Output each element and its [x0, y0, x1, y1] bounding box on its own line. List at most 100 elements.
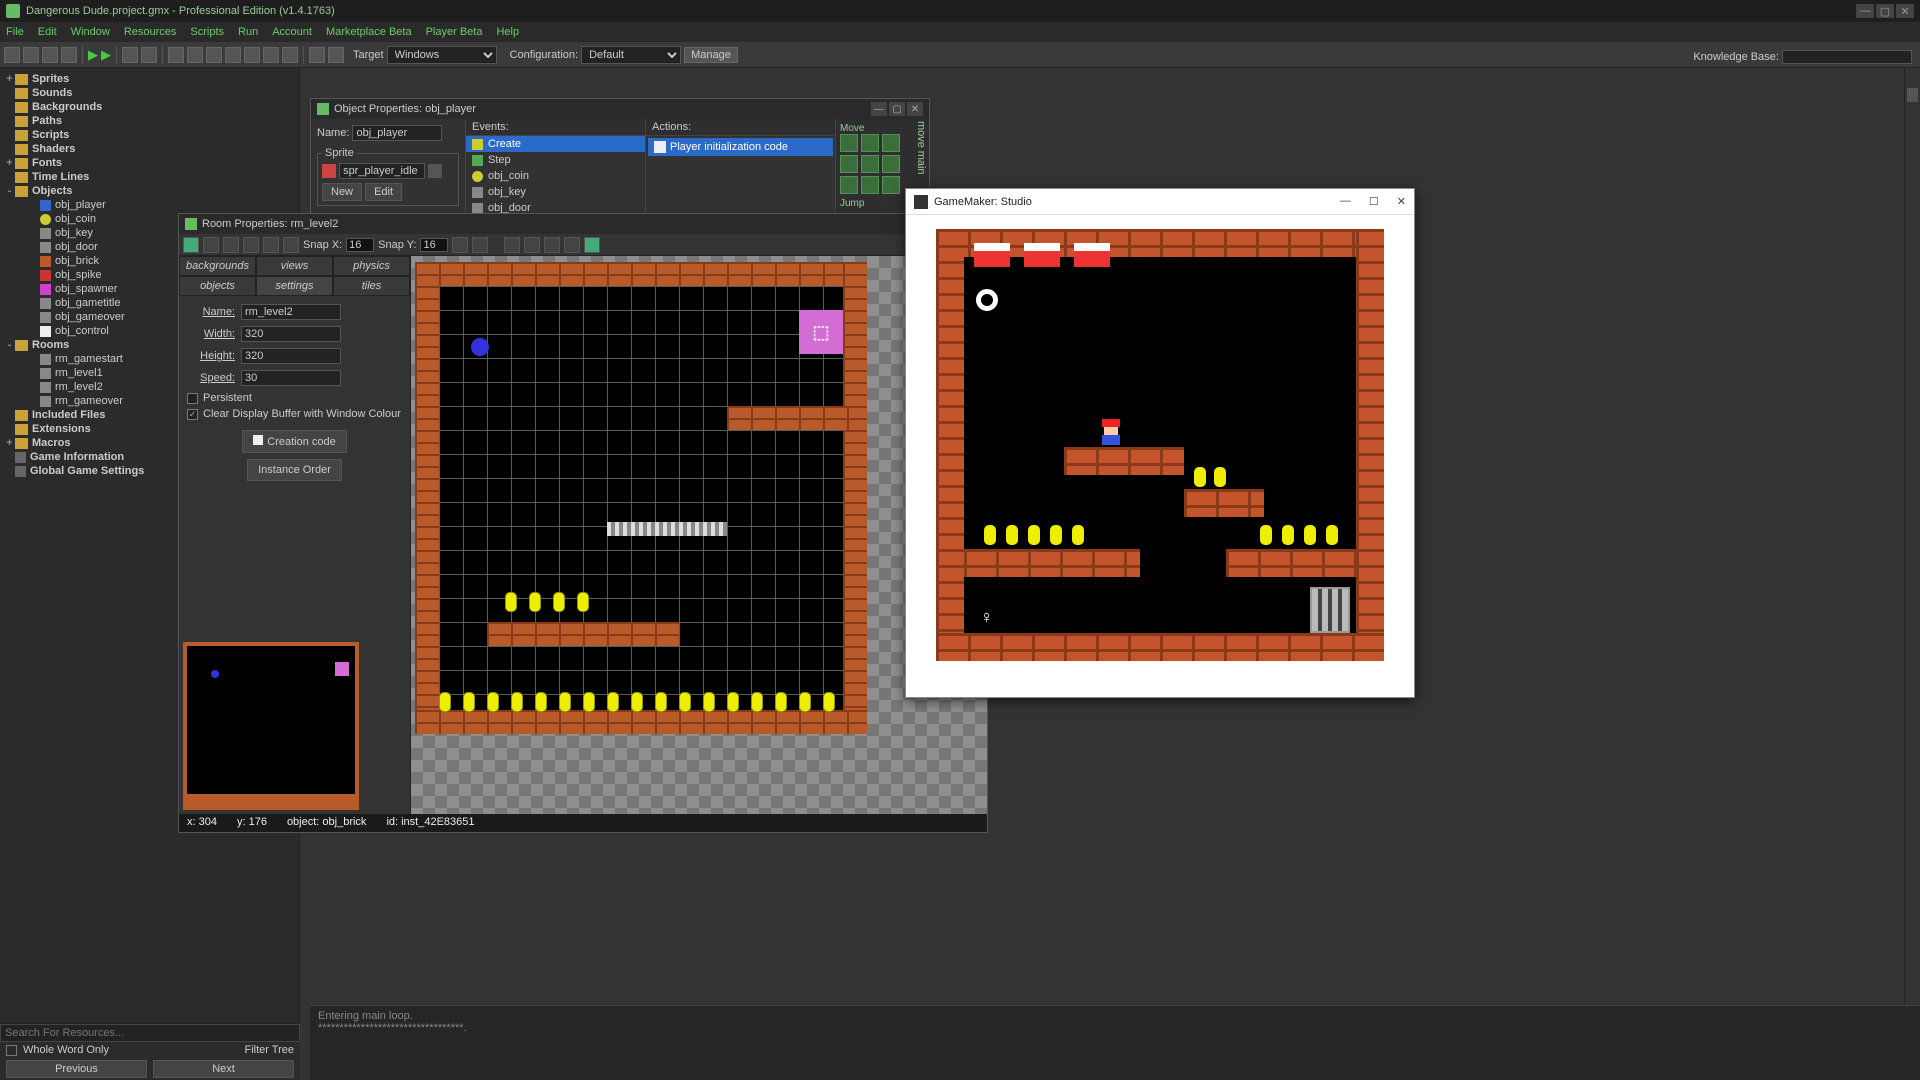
- run-minimize-icon[interactable]: —: [1340, 195, 1351, 208]
- menu-player[interactable]: Player Beta: [426, 26, 483, 38]
- zoom-out-icon[interactable]: [504, 237, 520, 253]
- coin-instance[interactable]: [655, 692, 667, 712]
- action-move-w-icon[interactable]: [840, 155, 858, 173]
- menu-resources[interactable]: Resources: [124, 26, 177, 38]
- event-collision-key[interactable]: obj_key: [466, 184, 645, 200]
- action-move-e-icon[interactable]: [882, 155, 900, 173]
- knowledge-base-input[interactable]: [1782, 50, 1912, 64]
- compile-output-panel[interactable]: Entering main loop. ********************…: [310, 1005, 1920, 1080]
- menu-account[interactable]: Account: [272, 26, 312, 38]
- tree-folder-sprites[interactable]: +Sprites: [2, 72, 297, 86]
- create-sprite-icon[interactable]: [168, 47, 184, 63]
- brick-platform[interactable]: [727, 406, 867, 430]
- menu-window[interactable]: Window: [71, 26, 110, 38]
- tree-folder-sounds[interactable]: Sounds: [2, 86, 297, 100]
- create-object-icon[interactable]: [263, 47, 279, 63]
- create-room-icon[interactable]: [282, 47, 298, 63]
- coin-instance[interactable]: [703, 692, 715, 712]
- vertical-scrollbar[interactable]: [1904, 68, 1920, 1005]
- minimize-icon[interactable]: —: [1856, 4, 1874, 18]
- coin-instance[interactable]: [439, 692, 451, 712]
- spike-row[interactable]: [607, 522, 727, 536]
- coin-instance[interactable]: [535, 692, 547, 712]
- room-name-input[interactable]: [241, 304, 341, 320]
- tree-folder-shaders[interactable]: Shaders: [2, 142, 297, 156]
- cleardisplay-checkbox[interactable]: ✓: [187, 409, 198, 420]
- close-icon[interactable]: ✕: [1896, 4, 1914, 18]
- tree-folder-time-lines[interactable]: Time Lines: [2, 170, 297, 184]
- export-icon[interactable]: [61, 47, 77, 63]
- run-maximize-icon[interactable]: ☐: [1369, 195, 1379, 208]
- persistent-checkbox[interactable]: [187, 393, 198, 404]
- action-row[interactable]: Player initialization code: [648, 138, 833, 156]
- player-spawn[interactable]: [471, 338, 489, 356]
- obj-minimize-icon[interactable]: —: [871, 102, 887, 116]
- create-sound-icon[interactable]: [187, 47, 203, 63]
- obj-maximize-icon[interactable]: ▢: [889, 102, 905, 116]
- new-project-icon[interactable]: [4, 47, 20, 63]
- target-select[interactable]: Windows: [387, 46, 497, 64]
- room-width-input[interactable]: [241, 326, 341, 342]
- run-close-icon[interactable]: ✕: [1397, 195, 1406, 208]
- action-move-s-icon[interactable]: [861, 176, 879, 194]
- sprite-browse-icon[interactable]: [428, 164, 442, 178]
- zoom-in-icon[interactable]: [544, 237, 560, 253]
- room-height-input[interactable]: [241, 348, 341, 364]
- snapy-input[interactable]: [420, 238, 448, 252]
- tree-folder-scripts[interactable]: Scripts: [2, 128, 297, 142]
- run-icon[interactable]: ▶: [88, 47, 98, 63]
- snapx-input[interactable]: [346, 238, 374, 252]
- tree-folder-backgrounds[interactable]: Backgrounds: [2, 100, 297, 114]
- view-icon[interactable]: [564, 237, 580, 253]
- stop-icon[interactable]: [122, 47, 138, 63]
- previous-button[interactable]: Previous: [6, 1060, 147, 1078]
- action-move-ne-icon[interactable]: [882, 134, 900, 152]
- tab-views[interactable]: views: [256, 256, 333, 276]
- debug-icon[interactable]: ▶: [101, 47, 111, 63]
- scroll-thumb[interactable]: [1907, 88, 1918, 102]
- event-step[interactable]: Step: [466, 152, 645, 168]
- clean-icon[interactable]: [141, 47, 157, 63]
- room-speed-input[interactable]: [241, 370, 341, 386]
- create-background-icon[interactable]: [206, 47, 222, 63]
- undo-icon[interactable]: [203, 237, 219, 253]
- instance-order-button[interactable]: Instance Order: [247, 459, 342, 481]
- coin-instance[interactable]: [751, 692, 763, 712]
- config-select[interactable]: Default: [581, 46, 681, 64]
- shift-right-icon[interactable]: [283, 237, 299, 253]
- event-collision-coin[interactable]: obj_coin: [466, 168, 645, 184]
- door-instance[interactable]: ⬚: [799, 310, 843, 354]
- action-move-stop-icon[interactable]: [861, 155, 879, 173]
- coin-instance[interactable]: [463, 692, 475, 712]
- action-move-nw-icon[interactable]: [840, 134, 858, 152]
- whole-word-checkbox[interactable]: [6, 1045, 17, 1056]
- menu-marketplace[interactable]: Marketplace Beta: [326, 26, 412, 38]
- brick-row[interactable]: [415, 262, 867, 286]
- manage-button[interactable]: Manage: [684, 47, 738, 63]
- brick-platform[interactable]: [487, 622, 679, 646]
- new-icon[interactable]: [243, 237, 259, 253]
- obj-close-icon[interactable]: ✕: [907, 102, 923, 116]
- redo-icon[interactable]: [223, 237, 239, 253]
- event-create[interactable]: Create: [466, 136, 645, 152]
- save-icon[interactable]: [42, 47, 58, 63]
- sprite-edit-button[interactable]: Edit: [365, 183, 402, 201]
- create-path-icon[interactable]: [225, 47, 241, 63]
- menu-file[interactable]: File: [6, 26, 24, 38]
- tree-folder-paths[interactable]: Paths: [2, 114, 297, 128]
- coin-instance[interactable]: [553, 592, 565, 612]
- sprite-new-button[interactable]: New: [322, 183, 362, 201]
- coin-instance[interactable]: [823, 692, 835, 712]
- menu-run[interactable]: Run: [238, 26, 258, 38]
- tab-move[interactable]: move: [915, 121, 927, 148]
- menu-help[interactable]: Help: [496, 26, 519, 38]
- coin-instance[interactable]: [607, 692, 619, 712]
- creation-code-button[interactable]: Creation code: [242, 430, 347, 453]
- coin-instance[interactable]: [529, 592, 541, 612]
- coin-instance[interactable]: [631, 692, 643, 712]
- action-move-se-icon[interactable]: [882, 176, 900, 194]
- brick-col[interactable]: [843, 262, 867, 734]
- coin-instance[interactable]: [799, 692, 811, 712]
- tab-settings[interactable]: settings: [256, 276, 333, 296]
- zoom-reset-icon[interactable]: [524, 237, 540, 253]
